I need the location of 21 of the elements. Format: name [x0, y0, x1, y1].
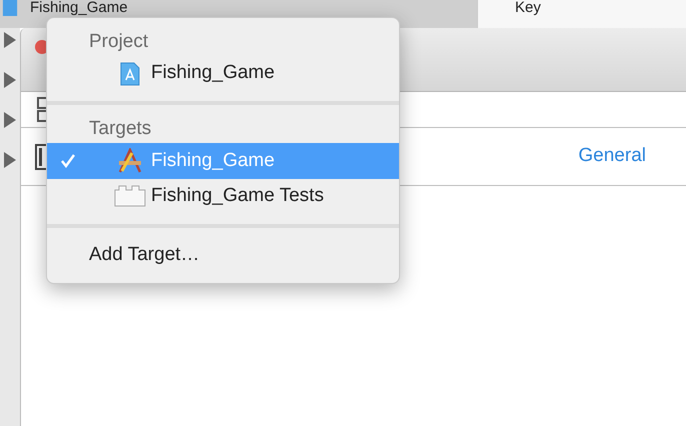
- column-header-label: Key: [515, 0, 541, 16]
- menu-section-header: Project: [88, 30, 150, 54]
- disclosure-triangle-icon[interactable]: [4, 72, 16, 88]
- menu-item-label: Add Target…: [89, 243, 200, 268]
- app-target-icon: [117, 148, 143, 174]
- general-tab[interactable]: General: [578, 142, 646, 171]
- menu-item[interactable]: Fishing_Game: [47, 56, 399, 92]
- disclosure-triangle-icon[interactable]: [4, 152, 16, 168]
- menu-section-header: Targets: [88, 116, 152, 141]
- file-title: Fishing_Game: [30, 0, 128, 16]
- disclosure-triangle-icon[interactable]: [4, 112, 16, 128]
- checkmark-icon: [61, 154, 75, 168]
- test-bundle-icon: [114, 185, 146, 208]
- project-file-icon: [120, 62, 140, 86]
- disclosure-triangle-icon[interactable]: [4, 32, 16, 48]
- menu-item-label: Fishing_Game Tests: [151, 184, 324, 208]
- menu-item[interactable]: Add Target…: [47, 238, 399, 274]
- menu-item-label: Fishing_Game: [151, 148, 275, 173]
- document-icon: [2, 0, 18, 16]
- menu-item-label: Fishing_Game: [151, 61, 275, 86]
- menu-item[interactable]: Fishing_Game Tests: [47, 178, 399, 214]
